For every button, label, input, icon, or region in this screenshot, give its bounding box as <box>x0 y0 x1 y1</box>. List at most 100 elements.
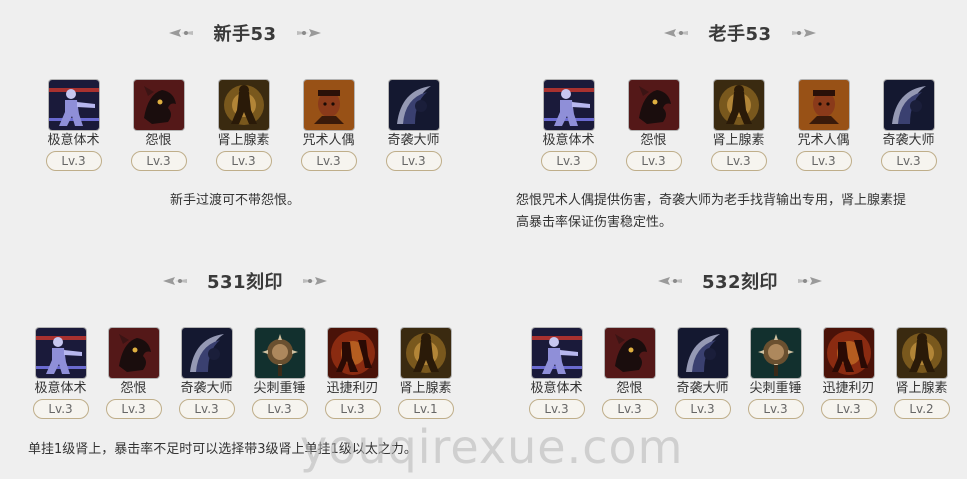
grudge-icon <box>133 80 184 130</box>
level-badge: Lv.1 <box>397 399 454 419</box>
skill-name: 怨恨 <box>640 133 667 148</box>
skill-item[interactable]: 迅捷利刃 Lv.3 <box>316 328 389 419</box>
spiked-hammer-icon <box>750 328 801 378</box>
level-badge: Lv.3 <box>300 151 357 171</box>
skill-name: 咒术人偶 <box>302 133 355 148</box>
ornament-left-icon <box>664 29 689 37</box>
adrenaline-icon <box>896 328 947 378</box>
ambush-master-icon <box>388 80 439 130</box>
skill-item[interactable]: 奇袭大师 Lv.3 <box>170 328 243 419</box>
level-badge: Lv.3 <box>625 151 682 171</box>
section-title: 老手53 <box>708 24 772 45</box>
skill-item[interactable]: 咒术人偶 Lv.3 <box>286 80 371 171</box>
skill-item[interactable]: 奇袭大师 Lv.3 <box>371 80 456 171</box>
section-title: 532刻印 <box>701 272 779 293</box>
skill-item[interactable]: 极意体术 Lv.3 <box>24 328 97 419</box>
section-title: 新手53 <box>213 24 277 45</box>
level-badge: Lv.3 <box>45 151 102 171</box>
ornament-left-icon <box>169 29 194 37</box>
skill-item[interactable]: 怨恨 Lv.3 <box>593 328 666 419</box>
ambush-master-icon <box>181 328 232 378</box>
level-badge: Lv.3 <box>385 151 442 171</box>
curse-doll-icon <box>798 80 849 130</box>
skill-item[interactable]: 怨恨 Lv.3 <box>97 328 170 419</box>
skill-item[interactable]: 奇袭大师 Lv.3 <box>866 80 951 171</box>
skill-list-532: 极意体术 Lv.3 怨恨 Lv.3 奇袭大师 Lv.3 尖刺重锤 Lv.3 迅捷… <box>520 328 958 419</box>
skill-name: 奇袭大师 <box>180 381 233 396</box>
grudge-icon <box>604 328 655 378</box>
grudge-icon <box>628 80 679 130</box>
grudge-icon <box>108 328 159 378</box>
skill-item[interactable]: 极意体术 Lv.3 <box>31 80 116 171</box>
skill-item[interactable]: 肾上腺素 Lv.3 <box>201 80 286 171</box>
ornament-left-icon <box>162 277 187 285</box>
ambush-master-icon <box>677 328 728 378</box>
skill-name: 怨恨 <box>120 381 147 396</box>
skill-name: 迅捷利刃 <box>326 381 379 396</box>
skill-name: 极意体术 <box>530 381 583 396</box>
swift-blade-icon <box>327 328 378 378</box>
skill-item[interactable]: 尖刺重锤 Lv.3 <box>243 328 316 419</box>
skill-item[interactable]: 肾上腺素 Lv.1 <box>389 328 462 419</box>
section-header-newbie: 新手53 <box>160 18 330 48</box>
ornament-right-icon <box>303 277 328 285</box>
level-badge: Lv.3 <box>32 399 89 419</box>
section-description: 怨恨咒术人偶提供伤害，奇袭大师为老手找背输出专用，肾上腺素提 高暴击率保证伤害稳… <box>516 190 966 234</box>
level-badge: Lv.3 <box>130 151 187 171</box>
ornament-right-icon <box>791 29 816 37</box>
skill-name: 奇袭大师 <box>676 381 729 396</box>
skill-name: 怨恨 <box>616 381 643 396</box>
level-badge: Lv.2 <box>893 399 950 419</box>
skill-item[interactable]: 怨恨 Lv.3 <box>116 80 201 171</box>
section-description: 单挂1级肾上，暴击率不足时可以选择带3级肾上单挂1级以太之力。 <box>28 442 417 457</box>
skill-item[interactable]: 尖刺重锤 Lv.3 <box>739 328 812 419</box>
level-badge: Lv.3 <box>601 399 658 419</box>
level-badge: Lv.3 <box>178 399 235 419</box>
skill-item[interactable]: 极意体术 Lv.3 <box>526 80 611 171</box>
level-badge: Lv.3 <box>795 151 852 171</box>
curse-doll-icon <box>303 80 354 130</box>
skill-item[interactable]: 咒术人偶 Lv.3 <box>781 80 866 171</box>
level-badge: Lv.3 <box>324 399 381 419</box>
skill-item[interactable]: 极意体术 Lv.3 <box>520 328 593 419</box>
skill-list-newbie: 极意体术 Lv.3 怨恨 Lv.3 肾上腺素 Lv.3 咒术人偶 Lv.3 奇袭… <box>31 80 456 171</box>
ornament-left-icon <box>657 277 682 285</box>
martial-arts-icon <box>531 328 582 378</box>
martial-arts-icon <box>48 80 99 130</box>
martial-arts-icon <box>543 80 594 130</box>
skill-name: 极意体术 <box>47 133 100 148</box>
skill-name: 极意体术 <box>34 381 87 396</box>
level-badge: Lv.3 <box>674 399 731 419</box>
skill-name: 肾上腺素 <box>399 381 452 396</box>
skill-name: 肾上腺素 <box>895 381 948 396</box>
level-badge: Lv.3 <box>747 399 804 419</box>
skill-item[interactable]: 迅捷利刃 Lv.3 <box>812 328 885 419</box>
section-header-531: 531刻印 <box>155 266 335 296</box>
adrenaline-icon <box>400 328 451 378</box>
level-badge: Lv.3 <box>528 399 585 419</box>
ambush-master-icon <box>883 80 934 130</box>
skill-name: 肾上腺素 <box>217 133 270 148</box>
skill-item[interactable]: 肾上腺素 Lv.2 <box>885 328 958 419</box>
skill-item[interactable]: 肾上腺素 Lv.3 <box>696 80 781 171</box>
section-description: 新手过渡可不带怨恨。 <box>170 193 301 208</box>
skill-name: 尖刺重锤 <box>749 381 802 396</box>
ornament-right-icon <box>798 277 823 285</box>
skill-item[interactable]: 怨恨 Lv.3 <box>611 80 696 171</box>
level-badge: Lv.3 <box>820 399 877 419</box>
spiked-hammer-icon <box>254 328 305 378</box>
level-badge: Lv.3 <box>710 151 767 171</box>
skill-name: 极意体术 <box>542 133 595 148</box>
section-header-veteran: 老手53 <box>655 18 825 48</box>
description-line: 怨恨咒术人偶提供伤害，奇袭大师为老手找背输出专用，肾上腺素提 <box>516 193 907 208</box>
description-line: 高暴击率保证伤害稳定性。 <box>516 215 673 230</box>
ornament-right-icon <box>296 29 321 37</box>
skill-name: 尖刺重锤 <box>253 381 306 396</box>
level-badge: Lv.3 <box>251 399 308 419</box>
skill-item[interactable]: 奇袭大师 Lv.3 <box>666 328 739 419</box>
skill-name: 奇袭大师 <box>387 133 440 148</box>
martial-arts-icon <box>35 328 86 378</box>
skill-list-veteran: 极意体术 Lv.3 怨恨 Lv.3 肾上腺素 Lv.3 咒术人偶 Lv.3 奇袭… <box>526 80 951 171</box>
section-header-532: 532刻印 <box>650 266 830 296</box>
section-title: 531刻印 <box>206 272 284 293</box>
